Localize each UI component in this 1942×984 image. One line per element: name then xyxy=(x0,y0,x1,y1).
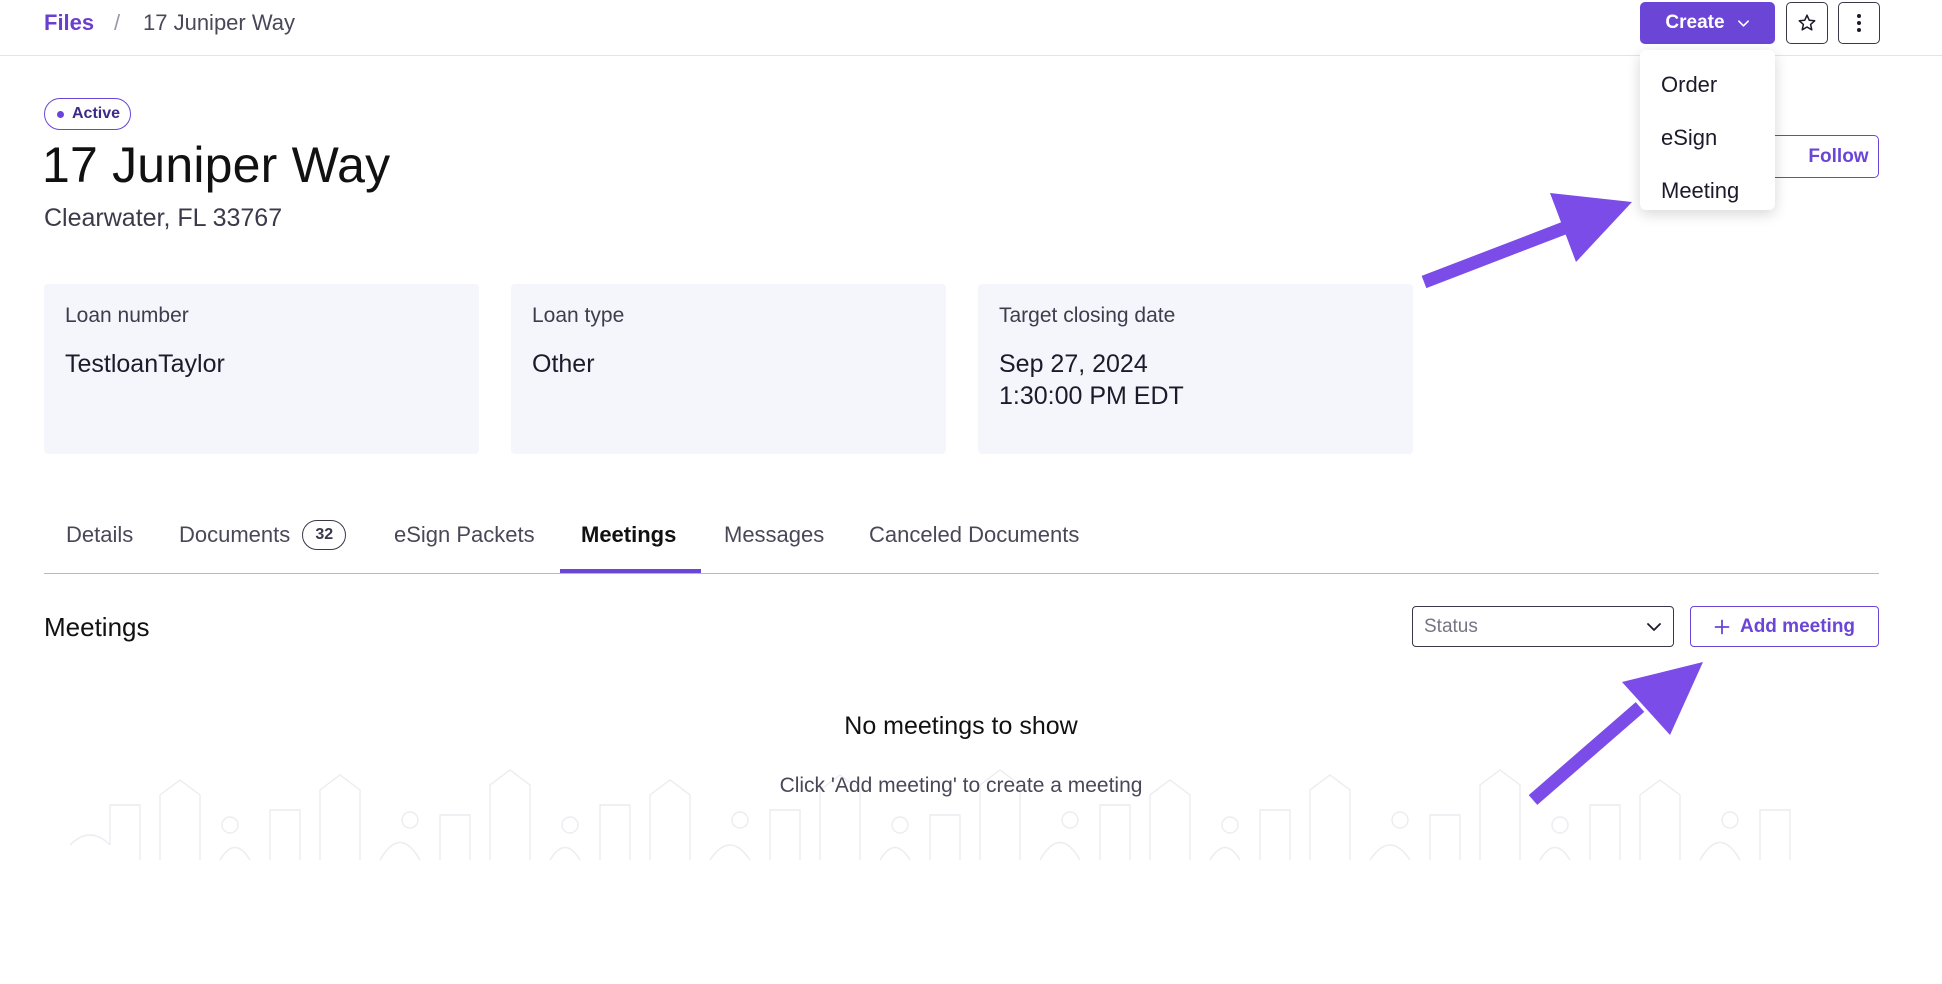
create-menu: Order eSign Meeting xyxy=(1640,50,1775,210)
tab-documents[interactable]: Documents 32 xyxy=(179,520,347,574)
card-label: Loan type xyxy=(532,304,625,327)
page-subtitle: Clearwater, FL 33767 xyxy=(44,204,283,232)
documents-count-badge: 32 xyxy=(302,520,347,550)
card-label: Target closing date xyxy=(999,304,1176,327)
create-button[interactable]: Create xyxy=(1640,2,1775,44)
breadcrumb-files-link[interactable]: Files xyxy=(44,10,94,36)
breadcrumb-current: 17 Juniper Way xyxy=(143,10,296,35)
tab-messages[interactable]: Messages xyxy=(724,522,824,574)
tab-label: eSign Packets xyxy=(394,522,535,547)
empty-state-subtitle: Click 'Add meeting' to create a meeting xyxy=(779,774,1143,797)
create-button-label: Create xyxy=(1665,12,1725,33)
section-title: Meetings xyxy=(44,612,150,642)
tab-esign-packets[interactable]: eSign Packets xyxy=(394,522,535,574)
page-title: 17 Juniper Way xyxy=(42,137,391,193)
active-tab-indicator xyxy=(560,569,701,573)
card-value: TestloanTaylor xyxy=(65,350,225,378)
star-icon xyxy=(1798,14,1816,31)
loan-number-card: Loan number TestloanTaylor xyxy=(44,284,479,454)
card-label: Loan number xyxy=(65,304,189,327)
status-dot-icon xyxy=(57,110,64,118)
more-options-button[interactable] xyxy=(1838,2,1880,44)
favorite-button[interactable] xyxy=(1786,2,1828,44)
create-menu-item-esign[interactable]: eSign xyxy=(1640,111,1775,164)
top-bar: Files / 17 Juniper Way Create xyxy=(0,0,1942,56)
tab-label: Details xyxy=(66,522,134,547)
loan-type-card: Loan type Other xyxy=(511,284,946,454)
status-filter-placeholder: Status xyxy=(1424,615,1478,637)
tab-label: Canceled Documents xyxy=(869,522,1080,547)
tab-bar: Details Documents 32 eSign Packets Meeti… xyxy=(44,510,1879,574)
annotation-arrow-to-meeting-menu xyxy=(1421,193,1632,289)
chevron-down-icon xyxy=(1647,623,1661,631)
empty-state-title: No meetings to show xyxy=(844,712,1078,740)
tab-label: Documents xyxy=(179,522,291,547)
plus-icon xyxy=(1714,619,1730,634)
status-filter-select[interactable]: Status xyxy=(1412,606,1674,647)
tab-canceled-documents[interactable]: Canceled Documents xyxy=(869,522,1079,574)
status-badge-label: Active xyxy=(72,105,121,122)
breadcrumb-separator: / xyxy=(114,10,121,35)
create-menu-item-order[interactable]: Order xyxy=(1640,58,1775,111)
tab-meetings[interactable]: Meetings xyxy=(581,522,676,574)
status-badge: Active xyxy=(44,98,132,130)
tab-label: Messages xyxy=(724,522,825,547)
card-value: Other xyxy=(532,350,595,378)
tab-details[interactable]: Details xyxy=(66,522,133,574)
chevron-down-icon xyxy=(1737,19,1749,27)
tab-label: Meetings xyxy=(581,522,677,547)
target-closing-date-card: Target closing date Sep 27, 2024 1:30:00… xyxy=(978,284,1413,454)
add-meeting-label: Add meeting xyxy=(1739,615,1856,637)
card-value: Sep 27, 2024 1:30:00 PM EDT xyxy=(999,350,1184,410)
create-menu-item-meeting[interactable]: Meeting xyxy=(1640,164,1775,217)
more-vertical-icon xyxy=(1857,14,1861,32)
add-meeting-button[interactable]: Add meeting xyxy=(1690,606,1879,647)
